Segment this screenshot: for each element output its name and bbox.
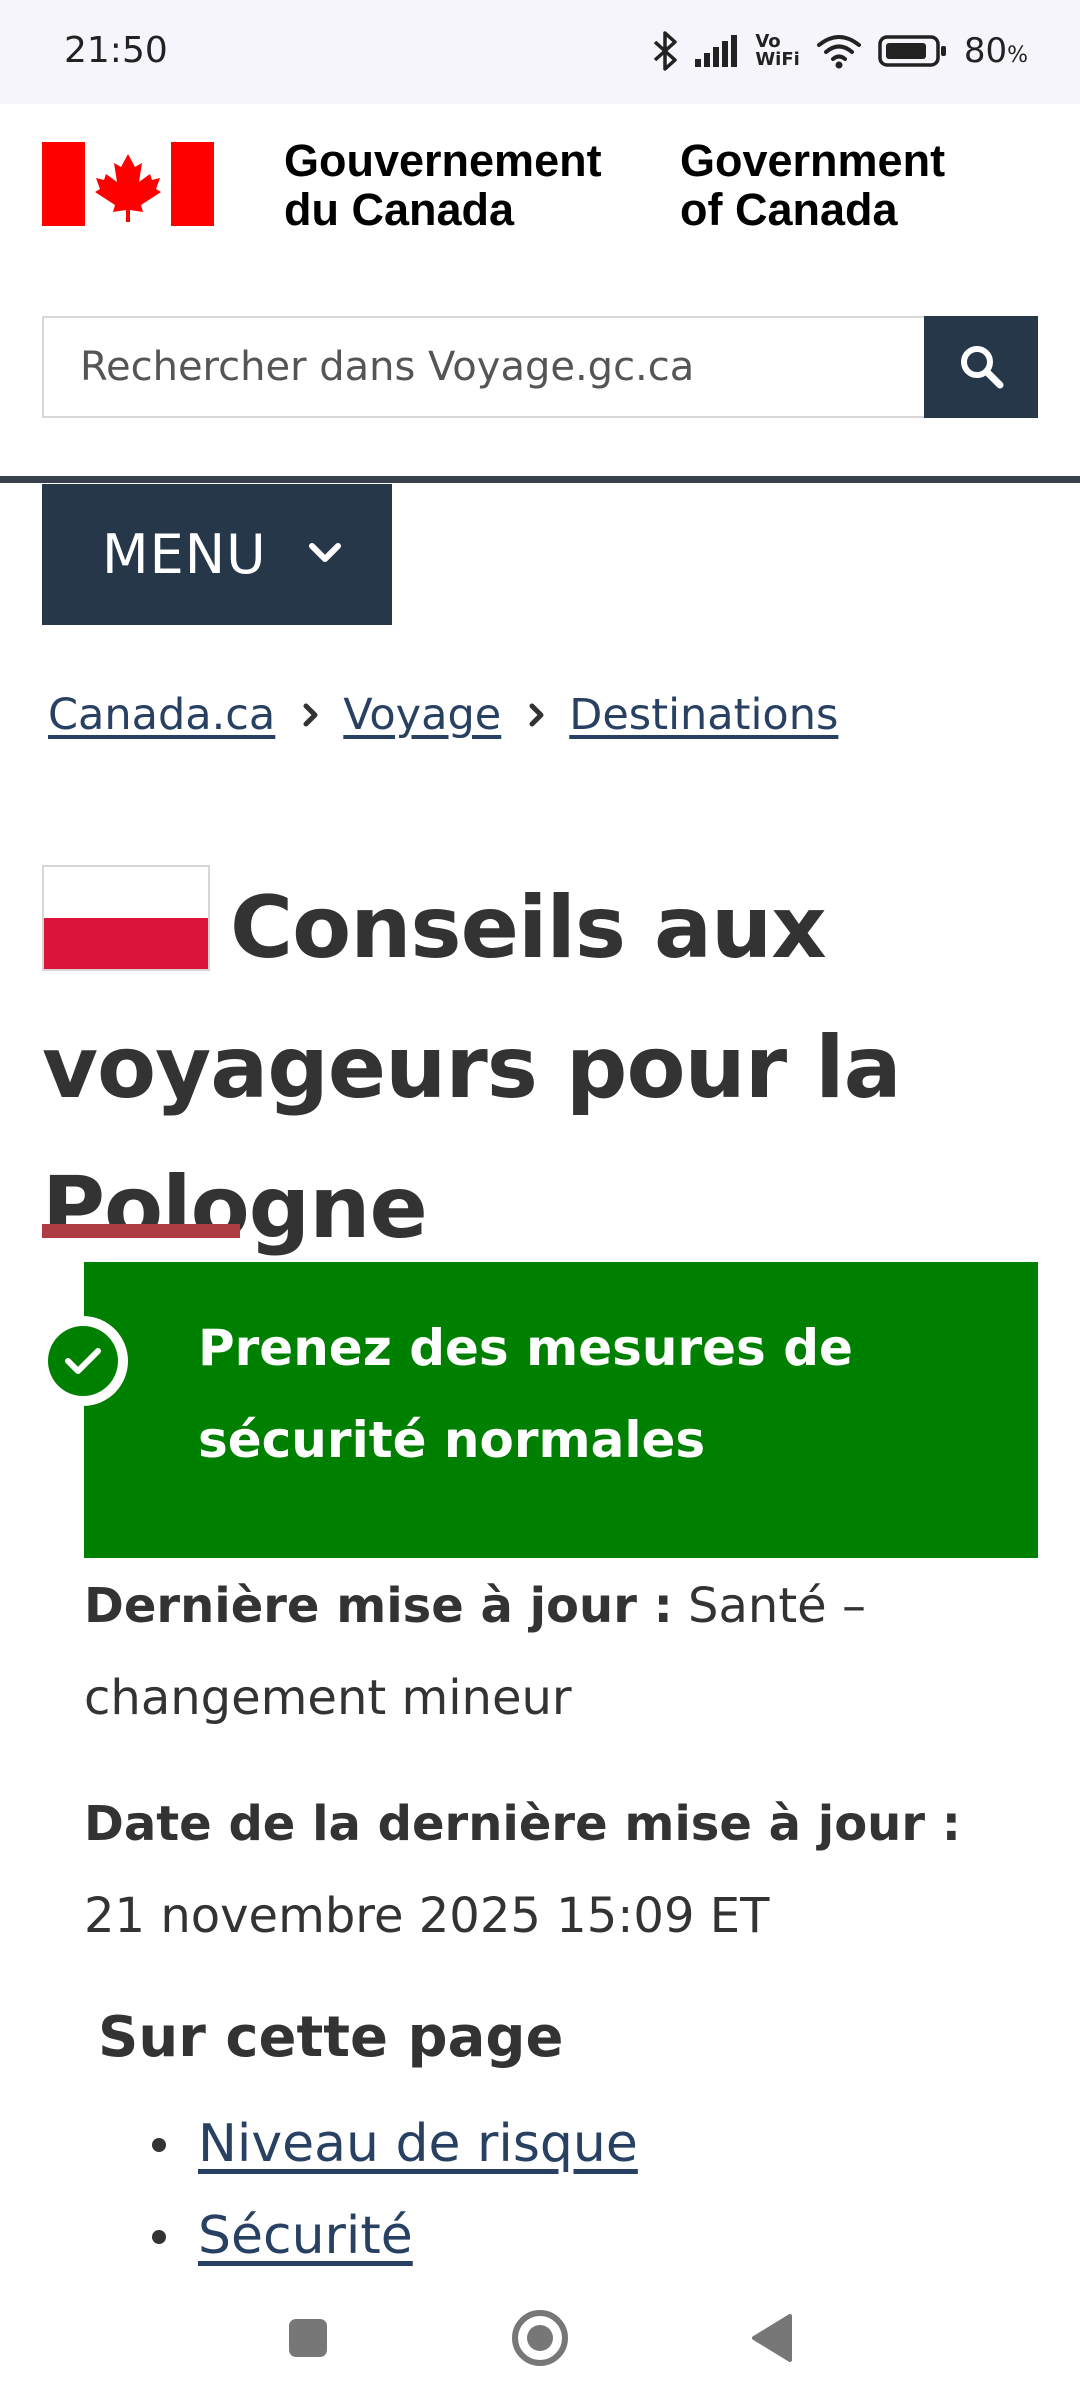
status-bar: 21:50 Vo WiFi 80% <box>0 0 1080 104</box>
menu-button[interactable]: MENU <box>42 484 392 625</box>
back-triangle-icon <box>750 2313 794 2367</box>
last-update: Dernière mise à jour : Santé – changemen… <box>84 1560 1024 1744</box>
signature-fr-line2: du Canada <box>284 184 515 235</box>
signature-fr-line1: Gouvernement <box>284 135 602 186</box>
toc-link-risk-level[interactable]: Niveau de risque <box>198 2114 638 2174</box>
battery-icon <box>878 35 948 67</box>
chevron-down-icon <box>307 539 343 571</box>
toc-item: Niveau de risque <box>148 2098 638 2190</box>
status-icons: Vo WiFi 80% <box>653 26 1028 76</box>
battery-percent-unit: % <box>1007 43 1028 68</box>
gc-signature-en[interactable]: Government of Canada <box>680 136 945 234</box>
signature-en-line2: of Canada <box>680 184 898 235</box>
canada-flag-icon[interactable] <box>42 142 214 226</box>
recents-button[interactable] <box>268 2300 348 2380</box>
breadcrumb-destinations[interactable]: Destinations <box>569 690 838 740</box>
risk-level-text: Prenez des mesures de sécurité normales <box>198 1302 853 1486</box>
chevron-right-icon <box>301 702 321 728</box>
vowifi-icon: Vo WiFi <box>755 33 800 69</box>
page-title: Conseils aux voyageurs pour la Pologne <box>42 878 902 1258</box>
cellular-signal-icon <box>695 35 739 67</box>
breadcrumb-voyage[interactable]: Voyage <box>343 690 501 740</box>
last-update-date-value: 21 novembre 2025 15:09 ET <box>84 1888 770 1944</box>
back-button[interactable] <box>732 2300 812 2380</box>
bluetooth-icon <box>653 31 679 71</box>
battery-percent-value: 80 <box>963 31 1008 71</box>
risk-text-line1: Prenez des mesures de <box>198 1319 853 1377</box>
last-update-date-label: Date de la dernière mise à jour : <box>84 1796 961 1852</box>
chevron-right-icon <box>527 702 547 728</box>
header-divider <box>0 476 1080 483</box>
search-button[interactable] <box>924 316 1038 418</box>
battery-percent: 80% <box>964 31 1028 71</box>
system-nav-bar <box>0 2280 1080 2400</box>
signature-en-line1: Government <box>680 135 946 186</box>
home-circle-icon <box>510 2308 570 2372</box>
last-update-label: Dernière mise à jour : <box>84 1578 673 1634</box>
breadcrumb: Canada.ca Voyage Destinations <box>48 690 838 740</box>
vowifi-bottom: WiFi <box>755 49 800 70</box>
toc-link-security[interactable]: Sécurité <box>198 2206 413 2266</box>
risk-level-banner: Prenez des mesures de sécurité normales <box>84 1262 1038 1558</box>
last-update-date: Date de la dernière mise à jour : 21 nov… <box>84 1778 1024 1962</box>
toc-item: Sécurité <box>148 2190 638 2282</box>
risk-text-line2: sécurité normales <box>198 1411 706 1469</box>
gc-signature-fr[interactable]: Gouvernement du Canada <box>284 136 602 234</box>
menu-label: MENU <box>102 523 267 586</box>
title-underline <box>42 1224 240 1238</box>
wifi-icon <box>816 33 862 69</box>
status-time: 21:50 <box>64 30 168 71</box>
breadcrumb-canada[interactable]: Canada.ca <box>48 690 275 740</box>
toc-heading: Sur cette page <box>98 2005 564 2070</box>
checkmark-icon <box>38 1316 128 1406</box>
search-icon <box>957 342 1005 393</box>
home-button[interactable] <box>500 2300 580 2380</box>
search-input[interactable] <box>42 316 924 418</box>
toc-list: Niveau de risque Sécurité <box>148 2098 638 2282</box>
recents-square-icon <box>286 2316 330 2364</box>
